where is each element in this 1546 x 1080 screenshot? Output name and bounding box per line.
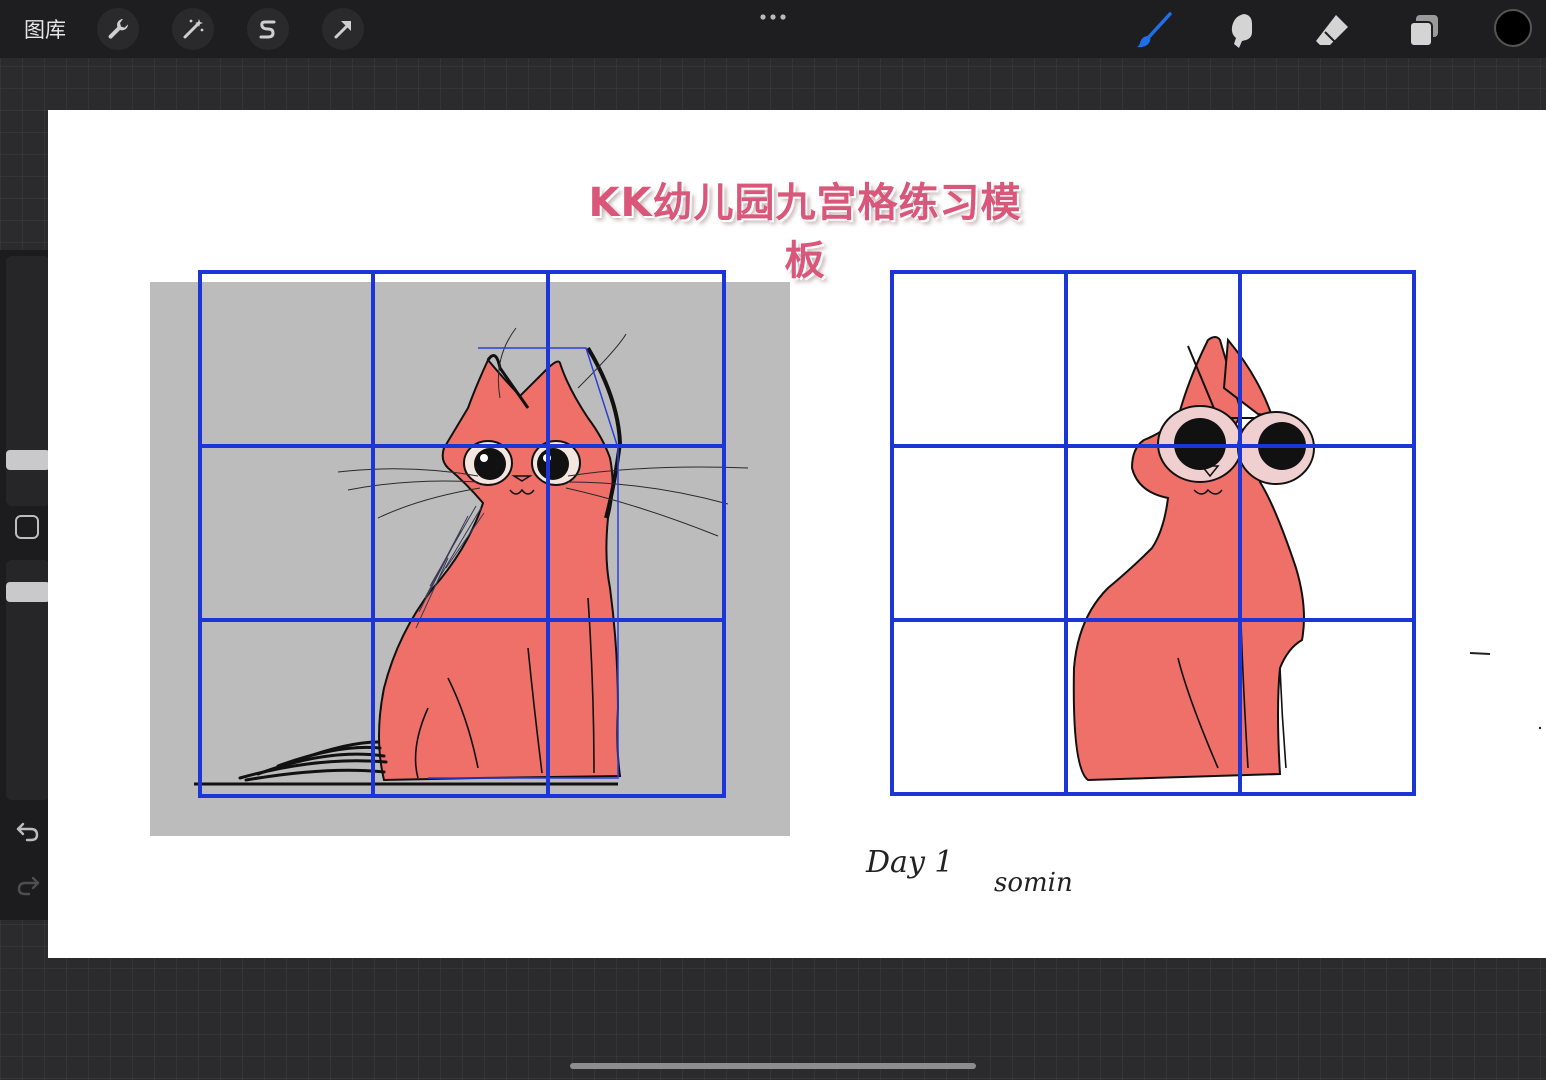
left-sidebar [0,250,54,920]
redo-button[interactable] [12,870,44,902]
eraser-tool-button[interactable] [1310,8,1354,52]
layers-icon [1409,15,1438,47]
color-picker-button[interactable] [1494,9,1532,47]
handwriting-day: Day 1 [866,845,954,880]
redo-icon [17,876,40,896]
smudge-icon [1231,14,1252,48]
ellipsis-icon [760,14,786,20]
stray-pen-marks [1469,652,1542,730]
transform-button[interactable] [322,8,364,50]
undo-button[interactable] [12,816,44,848]
magic-wand-icon [183,19,204,39]
undo-icon [16,822,39,842]
selection-button[interactable] [247,8,289,50]
handwriting-name: somin [994,868,1073,898]
brush-icon [1137,12,1172,48]
selection-s-icon [259,20,276,39]
arrow-cursor-icon [334,21,351,39]
smudge-tool-button[interactable] [1220,8,1264,52]
drawing-canvas[interactable]: KK幼儿园九宫格练习模板 Day 1 somin [48,110,1546,958]
actions-button[interactable] [97,8,139,50]
brush-tool-button[interactable] [1132,8,1176,52]
top-toolbar: 图库 [0,0,1546,58]
layers-button[interactable] [1402,8,1446,52]
more-options-button[interactable] [758,12,788,22]
wrench-icon [108,19,128,39]
opacity-handle[interactable] [6,582,50,602]
eraser-icon [1316,15,1348,45]
home-indicator[interactable] [570,1063,976,1069]
reference-cat-drawing [150,270,790,836]
practice-cat-drawing [890,270,1416,796]
brush-size-handle[interactable] [6,450,50,470]
adjustments-button[interactable] [172,8,214,50]
gallery-button[interactable]: 图库 [24,14,66,44]
modify-button[interactable] [15,515,39,539]
